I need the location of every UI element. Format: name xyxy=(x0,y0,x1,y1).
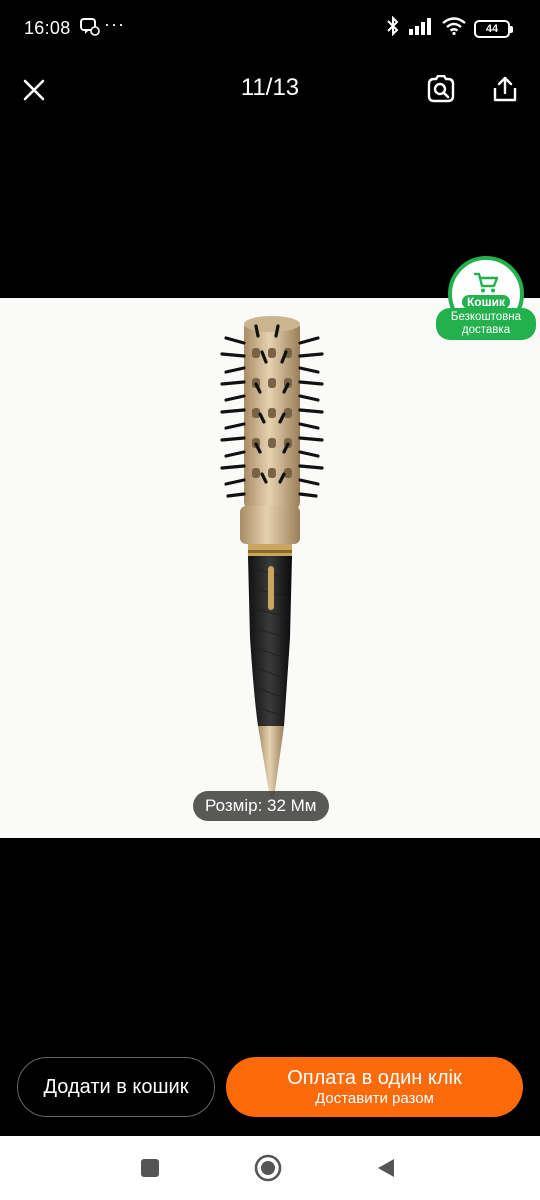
free-delivery-ribbon: Безкоштовна доставка xyxy=(436,308,536,340)
wifi-icon xyxy=(442,17,466,40)
round-brush-image xyxy=(220,316,324,798)
recents-button[interactable] xyxy=(136,1154,164,1182)
recents-icon xyxy=(141,1159,159,1177)
action-bar: Додати в кошик Оплата в один клік Достав… xyxy=(0,1050,540,1130)
battery-level: 44 xyxy=(485,22,499,35)
battery-icon: 44 xyxy=(474,19,513,38)
product-image[interactable] xyxy=(0,298,540,838)
signal-icon xyxy=(408,17,434,40)
image-search-button[interactable] xyxy=(420,68,462,110)
notification-icon xyxy=(80,18,100,36)
add-to-cart-button[interactable]: Додати в кошик xyxy=(17,1057,215,1117)
image-search-icon xyxy=(427,75,455,103)
more-notifications-indicator: ··· xyxy=(104,14,125,34)
status-time: 16:08 xyxy=(24,18,71,38)
free-delivery-line2: доставка xyxy=(461,324,511,336)
back-button[interactable] xyxy=(372,1154,400,1182)
share-icon xyxy=(493,76,517,102)
cart-label: Кошик xyxy=(461,295,511,309)
size-label: Розмір: 32 Мм xyxy=(193,791,329,821)
free-delivery-line1: Безкоштовна xyxy=(450,311,522,323)
home-icon xyxy=(254,1154,282,1182)
home-button[interactable] xyxy=(254,1154,282,1182)
back-icon xyxy=(378,1159,394,1177)
system-nav-bar xyxy=(0,1136,540,1200)
status-bar: 16:08 ··· 44 xyxy=(0,0,540,58)
one-click-pay-label: Оплата в один клік xyxy=(287,1067,462,1089)
viewer-header: 11/13 xyxy=(0,58,540,120)
share-button[interactable] xyxy=(484,68,526,110)
bluetooth-icon xyxy=(386,15,400,41)
cart-floating-button[interactable]: Кошик Безкоштовна доставка xyxy=(436,256,536,340)
cart-icon xyxy=(473,272,499,293)
deliver-together-label: Доставити разом xyxy=(315,1090,434,1107)
one-click-pay-button[interactable]: Оплата в один клік Доставити разом xyxy=(226,1057,523,1117)
